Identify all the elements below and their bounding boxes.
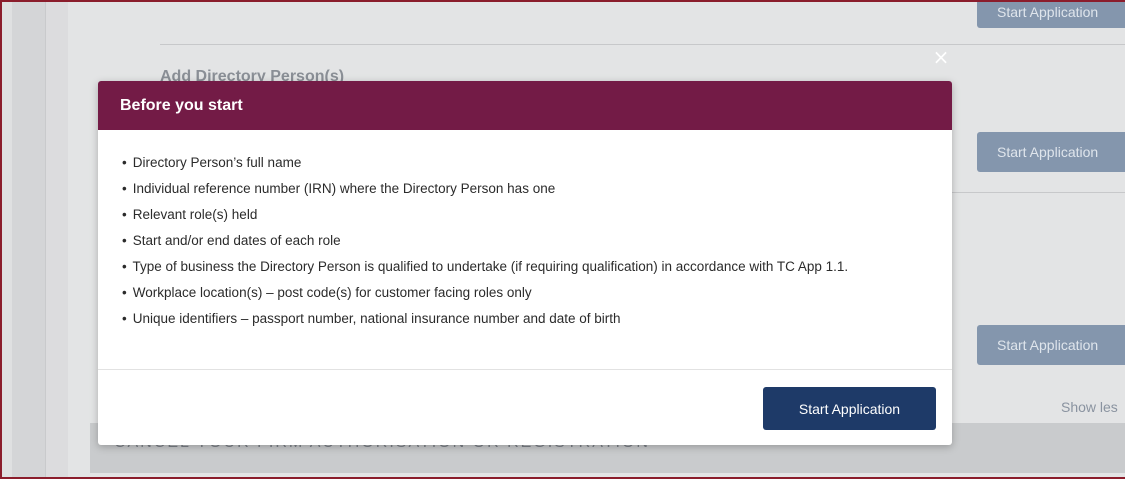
- close-icon[interactable]: ×: [931, 47, 951, 67]
- requirements-list: • Directory Person’s full name • Individ…: [122, 150, 930, 332]
- left-rail: [12, 2, 45, 477]
- list-item: • Start and/or end dates of each role: [122, 228, 930, 254]
- bullet-icon: •: [122, 181, 127, 196]
- list-item: • Unique identifiers – passport number, …: [122, 306, 930, 332]
- list-item: • Individual reference number (IRN) wher…: [122, 176, 930, 202]
- list-item: • Type of business the Directory Person …: [122, 254, 930, 280]
- bg-start-application-button-2[interactable]: Start Application: [977, 325, 1125, 365]
- bullet-icon: •: [122, 259, 127, 274]
- bullet-icon: •: [122, 155, 127, 170]
- bullet-icon: •: [122, 311, 127, 326]
- dialog-body: • Directory Person’s full name • Individ…: [98, 130, 952, 370]
- before-you-start-dialog: Before you start • Directory Person’s fu…: [98, 81, 952, 445]
- list-item: • Relevant role(s) held: [122, 202, 930, 228]
- browser-frame: Start Application Add Directory Person(s…: [0, 0, 1125, 479]
- start-application-button[interactable]: Start Application: [763, 387, 936, 430]
- left-rail-inner: [45, 2, 69, 477]
- bullet-icon: •: [122, 285, 127, 300]
- bullet-icon: •: [122, 207, 127, 222]
- dialog-footer: Start Application: [98, 370, 952, 444]
- dialog-header: Before you start: [98, 81, 952, 130]
- show-less-link[interactable]: Show les: [1061, 399, 1118, 415]
- list-item: • Directory Person’s full name: [122, 150, 930, 176]
- list-item: • Workplace location(s) – post code(s) f…: [122, 280, 930, 306]
- section-divider: [160, 44, 1125, 45]
- dialog-title: Before you start: [120, 96, 243, 114]
- bullet-icon: •: [122, 233, 127, 248]
- bg-start-application-button-top[interactable]: Start Application: [977, 2, 1125, 28]
- bg-start-application-button-1[interactable]: Start Application: [977, 132, 1125, 172]
